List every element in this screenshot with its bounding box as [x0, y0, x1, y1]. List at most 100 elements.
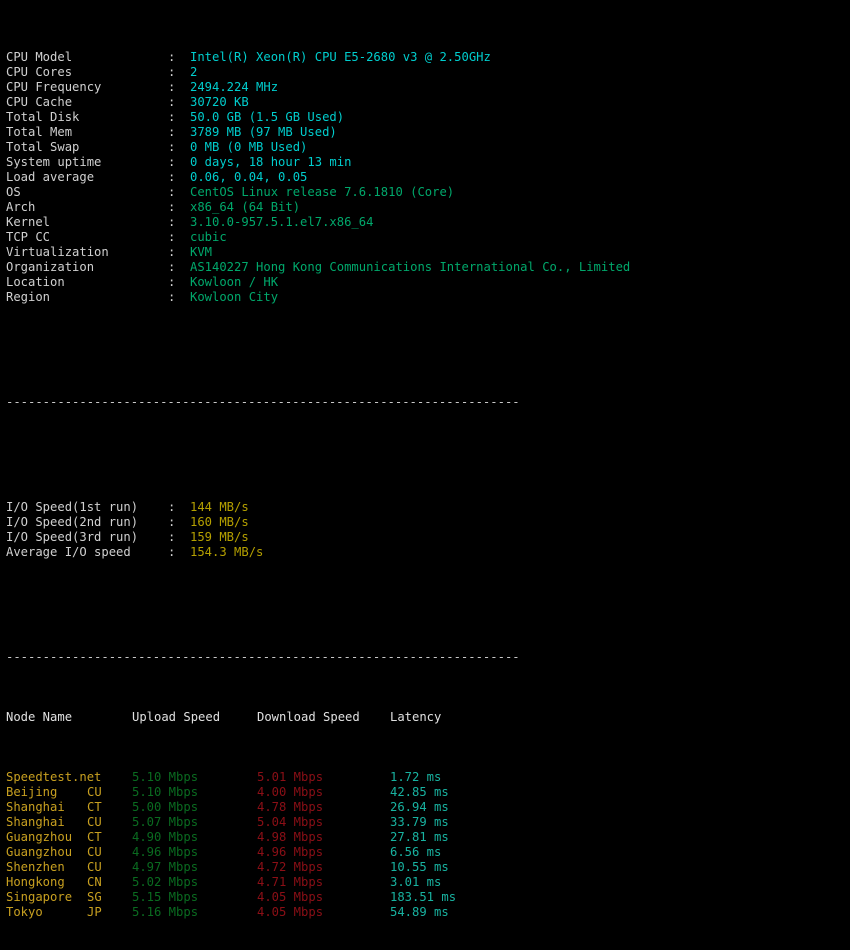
field-colon: : — [168, 260, 176, 274]
system-info-value: 2 — [190, 65, 198, 79]
speedtest-download-speed: 4.72 Mbps — [257, 860, 324, 874]
speedtest-results-block: Speedtest.net 5.10 Mbps 5.01 Mbps 1.72 ms Be… — [6, 770, 850, 920]
column-header-node-name: Node Name — [6, 710, 73, 724]
io-speed-row: I/O Speed(3rd run):159 MB/s — [6, 530, 850, 545]
speedtest-download-speed: 4.71 Mbps — [257, 875, 324, 889]
system-info-label: Virtualization — [6, 245, 109, 259]
system-info-value: 0 days, 18 hour 13 min — [190, 155, 352, 169]
speedtest-latency: 27.81 ms — [390, 830, 449, 844]
speedtest-upload-speed: 4.97 Mbps — [132, 860, 199, 874]
field-colon: : — [168, 65, 176, 79]
speedtest-row: Shanghai CU 5.07 Mbps 5.04 Mbps 33.79 ms — [6, 815, 850, 830]
system-info-row: Total Mem:3789 MB (97 MB Used) — [6, 125, 850, 140]
speedtest-upload-speed: 5.02 Mbps — [132, 875, 199, 889]
speedtest-node-name: Shenzhen — [6, 860, 65, 874]
system-info-row: Organization: AS140227 Hong Kong Communic… — [6, 260, 850, 275]
system-info-value: 2494.224 MHz — [190, 80, 279, 94]
io-speed-row: I/O Speed(1st run):144 MB/s — [6, 500, 850, 515]
separator-line-2: ----------------------------------------… — [6, 650, 520, 664]
system-info-value: CentOS Linux release 7.6.1810 (Core) — [190, 185, 455, 199]
speedtest-latency: 26.94 ms — [390, 800, 449, 814]
system-info-value: x86_64 (64 Bit) — [190, 200, 301, 214]
field-colon: : — [168, 185, 176, 199]
system-info-block: CPU Model: Intel(R) Xeon(R) CPU E5-2680 v… — [6, 50, 850, 305]
field-colon: : — [168, 290, 176, 304]
field-colon: : — [168, 230, 176, 244]
io-speed-value: 160 MB/s — [190, 515, 249, 529]
speedtest-latency: 33.79 ms — [390, 815, 449, 829]
speedtest-node-name: Shanghai — [6, 815, 65, 829]
io-speed-value: 154.3 MB/s — [190, 545, 264, 559]
speedtest-row: Beijing CU 5.10 Mbps 4.00 Mbps 42.85 ms — [6, 785, 850, 800]
column-header-download-speed: Download Speed — [257, 710, 360, 724]
speedtest-latency: 10.55 ms — [390, 860, 449, 874]
system-info-value: 3789 MB (97 MB Used) — [190, 125, 337, 139]
field-colon: : — [168, 80, 176, 94]
system-info-row: Location: Kowloon / HK — [6, 275, 850, 290]
system-info-row: OS: CentOS Linux release 7.6.1810 (Core) — [6, 185, 850, 200]
system-info-label: Region — [6, 290, 51, 304]
speedtest-node-name: Speedtest.net — [6, 770, 102, 784]
speedtest-upload-speed: 4.90 Mbps — [132, 830, 199, 844]
system-info-row: CPU Cores:2 — [6, 65, 850, 80]
speedtest-isp-code: CU — [87, 860, 102, 874]
system-info-label: CPU Model — [6, 50, 73, 64]
system-info-label: CPU Cores — [6, 65, 73, 79]
column-header-latency: Latency — [390, 710, 442, 724]
speedtest-row: Speedtest.net 5.10 Mbps 5.01 Mbps 1.72 ms — [6, 770, 850, 785]
field-colon: : — [168, 200, 176, 214]
io-speed-block: I/O Speed(1st run):144 MB/s I/O Speed(2nd… — [6, 500, 850, 560]
system-info-row: Total Disk:50.0 GB (1.5 GB Used) — [6, 110, 850, 125]
system-info-row: Total Swap:0 MB (0 MB Used) — [6, 140, 850, 155]
speedtest-isp-code: CT — [87, 800, 102, 814]
speedtest-latency: 3.01 ms — [390, 875, 442, 889]
field-colon: : — [168, 140, 176, 154]
speedtest-row: Guangzhou CU 4.96 Mbps 4.96 Mbps 6.56 ms — [6, 845, 850, 860]
system-info-label: Load average — [6, 170, 95, 184]
speedtest-node-name: Beijing — [6, 785, 58, 799]
system-info-label: Total Disk — [6, 110, 80, 124]
system-info-row: Virtualization: KVM — [6, 245, 850, 260]
speedtest-row: Shenzhen CU 4.97 Mbps 4.72 Mbps 10.55 ms — [6, 860, 850, 875]
io-speed-row: Average I/O speed:154.3 MB/s — [6, 545, 850, 560]
field-colon: : — [168, 125, 176, 139]
system-info-label: OS — [6, 185, 21, 199]
system-info-label: Kernel — [6, 215, 51, 229]
speedtest-upload-speed: 5.16 Mbps — [132, 905, 199, 919]
speedtest-latency: 42.85 ms — [390, 785, 449, 799]
io-speed-label: I/O Speed(3rd run) — [6, 530, 139, 544]
speedtest-latency: 54.89 ms — [390, 905, 449, 919]
speedtest-download-speed: 5.04 Mbps — [257, 815, 324, 829]
system-info-value: 0 MB (0 MB Used) — [190, 140, 308, 154]
system-info-label: CPU Cache — [6, 95, 73, 109]
field-colon: : — [168, 500, 176, 514]
separator-line-1: ----------------------------------------… — [6, 395, 520, 409]
system-info-row: Arch: x86_64 (64 Bit) — [6, 200, 850, 215]
speedtest-upload-speed: 5.10 Mbps — [132, 785, 199, 799]
system-info-value: Kowloon / HK — [190, 275, 279, 289]
field-colon: : — [168, 50, 176, 64]
speedtest-isp-code: CU — [87, 785, 102, 799]
system-info-label: CPU Frequency — [6, 80, 102, 94]
field-colon: : — [168, 215, 176, 229]
speedtest-isp-code: SG — [87, 890, 102, 904]
system-info-label: System uptime — [6, 155, 102, 169]
system-info-row: Load average:0.06, 0.04, 0.05 — [6, 170, 850, 185]
speedtest-row: Shanghai CT 5.00 Mbps 4.78 Mbps 26.94 ms — [6, 800, 850, 815]
speedtest-isp-code: JP — [87, 905, 102, 919]
system-info-label: Arch — [6, 200, 36, 214]
speedtest-download-speed: 4.78 Mbps — [257, 800, 324, 814]
field-colon: : — [168, 275, 176, 289]
speedtest-download-speed: 4.98 Mbps — [257, 830, 324, 844]
speedtest-download-speed: 4.96 Mbps — [257, 845, 324, 859]
field-colon: : — [168, 530, 176, 544]
speedtest-latency: 1.72 ms — [390, 770, 442, 784]
speedtest-upload-speed: 4.96 Mbps — [132, 845, 199, 859]
field-colon: : — [168, 245, 176, 259]
speedtest-node-name: Guangzhou — [6, 830, 73, 844]
io-speed-label: Average I/O speed — [6, 545, 131, 559]
speedtest-isp-code: CT — [87, 830, 102, 844]
speedtest-row: Hongkong CN 5.02 Mbps 4.71 Mbps 3.01 ms — [6, 875, 850, 890]
speedtest-download-speed: 4.05 Mbps — [257, 890, 324, 904]
